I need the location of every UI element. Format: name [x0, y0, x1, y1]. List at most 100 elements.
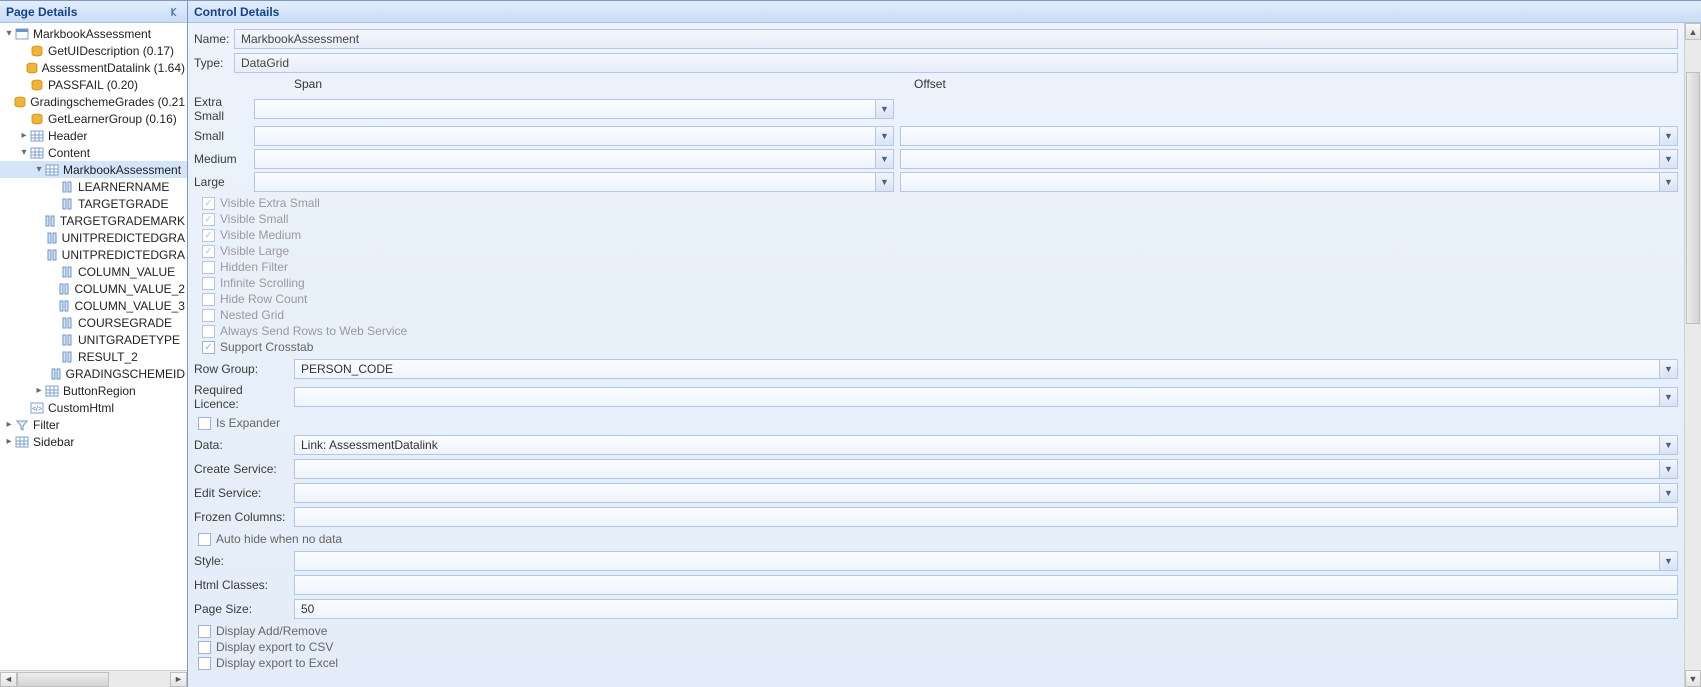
chevron-down-icon[interactable]: ▼ — [875, 150, 893, 168]
chevron-down-icon[interactable]: ▼ — [875, 100, 893, 118]
create-service-combo[interactable] — [294, 459, 1678, 479]
tree-item[interactable]: ▸Header — [0, 127, 187, 144]
tree-item[interactable]: COLUMN_VALUE — [0, 263, 187, 280]
scroll-right-icon[interactable]: ► — [170, 672, 187, 687]
tree-item[interactable]: GradingschemeGrades (0.21 — [0, 93, 187, 110]
chevron-down-icon[interactable]: ▼ — [875, 173, 893, 191]
tree-toggle-icon[interactable]: ▸ — [4, 436, 14, 447]
frozen-columns-field[interactable] — [294, 507, 1678, 527]
tree-toggle-icon[interactable]: ▾ — [34, 164, 44, 175]
tree-item[interactable]: GRADINGSCHEMEID — [0, 365, 187, 382]
tree-item[interactable]: ▾MarkbookAssessment — [0, 161, 187, 178]
tree-item[interactable]: TARGETGRADEMARK — [0, 212, 187, 229]
page-size-label: Page Size: — [194, 602, 294, 616]
auto-hide-checkbox[interactable] — [198, 533, 211, 546]
tree-item[interactable]: UNITPREDICTEDGRA — [0, 229, 187, 246]
chevron-down-icon[interactable]: ▼ — [1659, 173, 1677, 191]
page-tree[interactable]: ▾MarkbookAssessmentGetUIDescription (0.1… — [0, 23, 187, 670]
tree-item[interactable]: COURSEGRADE — [0, 314, 187, 331]
v-scroll-thumb[interactable] — [1686, 72, 1700, 324]
page-details-title: Page Details — [6, 5, 77, 19]
checkbox[interactable]: ✓ — [202, 213, 215, 226]
tree-item[interactable]: ▸Sidebar — [0, 433, 187, 450]
span-combo[interactable] — [254, 149, 894, 169]
tree-item[interactable]: </>CustomHtml — [0, 399, 187, 416]
chevron-down-icon[interactable]: ▼ — [1659, 150, 1677, 168]
html-classes-label: Html Classes: — [194, 578, 294, 592]
chevron-down-icon[interactable]: ▼ — [1659, 484, 1677, 502]
tree-item[interactable]: ▸ButtonRegion — [0, 382, 187, 399]
tree-item[interactable]: ▾Content — [0, 144, 187, 161]
chevron-down-icon[interactable]: ▼ — [875, 127, 893, 145]
name-field[interactable] — [234, 29, 1678, 49]
scroll-left-icon[interactable]: ◄ — [0, 672, 17, 687]
tree-item[interactable]: ▸Filter — [0, 416, 187, 433]
edit-service-combo[interactable] — [294, 483, 1678, 503]
display-csv-checkbox[interactable] — [198, 641, 211, 654]
tree-item[interactable]: AssessmentDatalink (1.64) — [0, 59, 187, 76]
chevron-down-icon[interactable]: ▼ — [1659, 552, 1677, 570]
tree-item-label: AssessmentDatalink (1.64) — [42, 61, 185, 75]
control-details-title: Control Details — [194, 5, 279, 19]
checkbox-label: Hidden Filter — [220, 260, 288, 274]
chevron-down-icon[interactable]: ▼ — [1659, 460, 1677, 478]
span-combo[interactable] — [254, 99, 894, 119]
tree-toggle-icon[interactable]: ▾ — [19, 147, 29, 158]
required-licence-combo[interactable] — [294, 387, 1678, 407]
tree-item[interactable]: RESULT_2 — [0, 348, 187, 365]
tree-item[interactable]: ▾MarkbookAssessment — [0, 25, 187, 42]
scroll-up-icon[interactable]: ▲ — [1685, 23, 1701, 40]
html-classes-field[interactable] — [294, 575, 1678, 595]
checkbox-label: Hide Row Count — [220, 292, 307, 306]
chevron-down-icon[interactable]: ▼ — [1659, 388, 1677, 406]
is-expander-checkbox[interactable] — [198, 417, 211, 430]
checkbox[interactable]: ✓ — [202, 229, 215, 242]
page-size-field[interactable] — [294, 599, 1678, 619]
type-field[interactable] — [234, 53, 1678, 73]
tree-item[interactable]: COLUMN_VALUE_2 — [0, 280, 187, 297]
tree-toggle-icon[interactable]: ▾ — [4, 28, 14, 39]
tree-toggle-icon[interactable]: ▸ — [19, 130, 29, 141]
checkbox[interactable] — [202, 309, 215, 322]
tree-item[interactable]: PASSFAIL (0.20) — [0, 76, 187, 93]
style-label: Style: — [194, 554, 294, 568]
tree-item[interactable]: GetLearnerGroup (0.16) — [0, 110, 187, 127]
display-add-remove-checkbox[interactable] — [198, 625, 211, 638]
offset-combo[interactable] — [900, 149, 1678, 169]
offset-combo[interactable] — [900, 126, 1678, 146]
span-combo[interactable] — [254, 172, 894, 192]
scroll-thumb[interactable] — [17, 672, 109, 687]
tree-item[interactable]: TARGETGRADE — [0, 195, 187, 212]
chevron-down-icon[interactable]: ▼ — [1659, 360, 1677, 378]
chevron-down-icon[interactable]: ▼ — [1659, 436, 1677, 454]
display-excel-checkbox[interactable] — [198, 657, 211, 670]
tree-item[interactable]: UNITGRADETYPE — [0, 331, 187, 348]
style-combo[interactable] — [294, 551, 1678, 571]
collapse-left-icon[interactable] — [167, 5, 181, 19]
checkbox[interactable]: ✓ — [202, 245, 215, 258]
h-scrollbar[interactable]: ◄ ► — [0, 670, 187, 687]
checkbox[interactable] — [202, 293, 215, 306]
v-scrollbar[interactable]: ▲ ▼ — [1684, 23, 1701, 687]
checkbox[interactable] — [202, 325, 215, 338]
checkbox-label: Visible Small — [220, 212, 288, 226]
chevron-down-icon[interactable]: ▼ — [1659, 127, 1677, 145]
tree-item[interactable]: LEARNERNAME — [0, 178, 187, 195]
checkbox[interactable]: ✓ — [202, 197, 215, 210]
tree-item[interactable]: GetUIDescription (0.17) — [0, 42, 187, 59]
checkbox[interactable] — [202, 261, 215, 274]
scroll-down-icon[interactable]: ▼ — [1685, 670, 1701, 687]
tree-toggle-icon[interactable]: ▸ — [34, 385, 44, 396]
tree-item-label: COLUMN_VALUE_3 — [75, 299, 185, 313]
col-icon — [59, 350, 75, 364]
tree-item[interactable]: COLUMN_VALUE_3 — [0, 297, 187, 314]
tree-toggle-icon[interactable]: ▸ — [4, 419, 14, 430]
row-group-combo[interactable] — [294, 359, 1678, 379]
data-combo[interactable] — [294, 435, 1678, 455]
checkbox-label: Nested Grid — [220, 308, 284, 322]
span-combo[interactable] — [254, 126, 894, 146]
offset-combo[interactable] — [900, 172, 1678, 192]
checkbox[interactable] — [202, 277, 215, 290]
checkbox[interactable]: ✓ — [202, 341, 215, 354]
tree-item[interactable]: UNITPREDICTEDGRA — [0, 246, 187, 263]
